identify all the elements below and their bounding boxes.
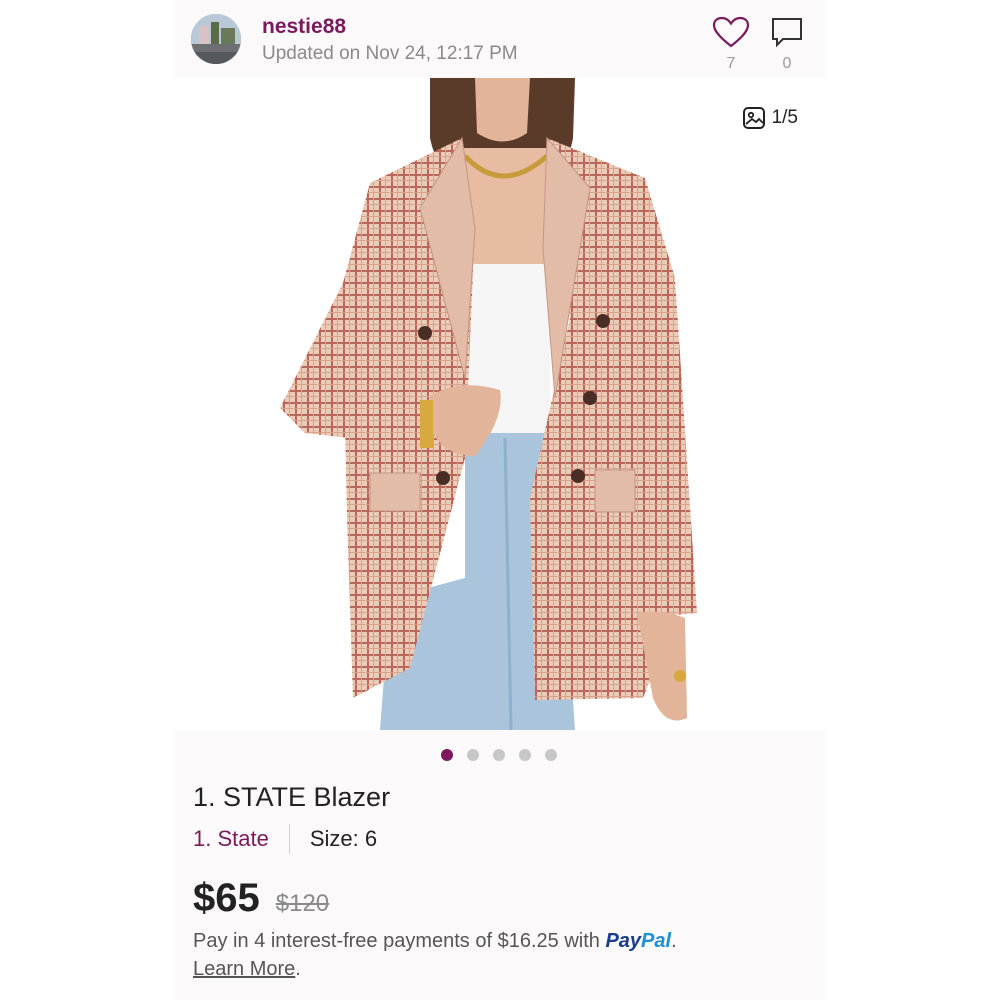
gallery-dot[interactable] xyxy=(493,749,505,761)
gallery-dot[interactable] xyxy=(519,749,531,761)
user-avatar[interactable] xyxy=(191,14,241,64)
price-row: $65 $120 xyxy=(193,876,329,921)
gallery-dot[interactable] xyxy=(545,749,557,761)
size-label: Size: 6 xyxy=(309,826,378,851)
image-icon xyxy=(742,107,765,129)
like-count: 7 xyxy=(726,55,736,72)
paypal-logo-pal: Pal xyxy=(641,930,672,952)
meta-divider xyxy=(288,824,290,854)
gallery-dots xyxy=(441,749,557,761)
listing-meta: 1. State Size: 6 xyxy=(193,824,377,854)
blazer-photo xyxy=(175,78,825,730)
learn-more-link[interactable]: Learn More xyxy=(193,958,295,980)
product-image[interactable]: 1/5 xyxy=(175,78,825,730)
gallery-dot[interactable] xyxy=(467,749,479,761)
photo-counter: 1/5 xyxy=(742,106,798,130)
comment-count: 0 xyxy=(782,55,792,72)
photo-counter-text: 1/5 xyxy=(771,107,798,128)
current-price: $65 xyxy=(193,876,260,920)
username-link[interactable]: nestie88 xyxy=(262,15,346,39)
comment-bubble-icon xyxy=(772,18,802,48)
gallery-dot[interactable] xyxy=(441,749,453,761)
heart-icon xyxy=(712,16,750,48)
avatar-image xyxy=(191,14,241,64)
original-price: $120 xyxy=(275,890,330,917)
updated-timestamp: Updated on Nov 24, 12:17 PM xyxy=(262,43,518,64)
paypal-text: Pay in 4 interest-free payments of $16.2… xyxy=(193,930,600,952)
brand-link[interactable]: 1. State xyxy=(193,826,269,852)
paypal-installments: Pay in 4 interest-free payments of $16.2… xyxy=(193,930,677,980)
comment-button[interactable]: 0 xyxy=(767,16,807,72)
paypal-logo-pay: Pay xyxy=(605,930,642,952)
listing-header: nestie88 Updated on Nov 24, 12:17 PM 7 0 xyxy=(175,0,825,78)
like-button[interactable]: 7 xyxy=(710,16,752,72)
paypal-logo: PayPal xyxy=(605,930,671,952)
listing-title: 1. STATE Blazer xyxy=(193,782,391,812)
